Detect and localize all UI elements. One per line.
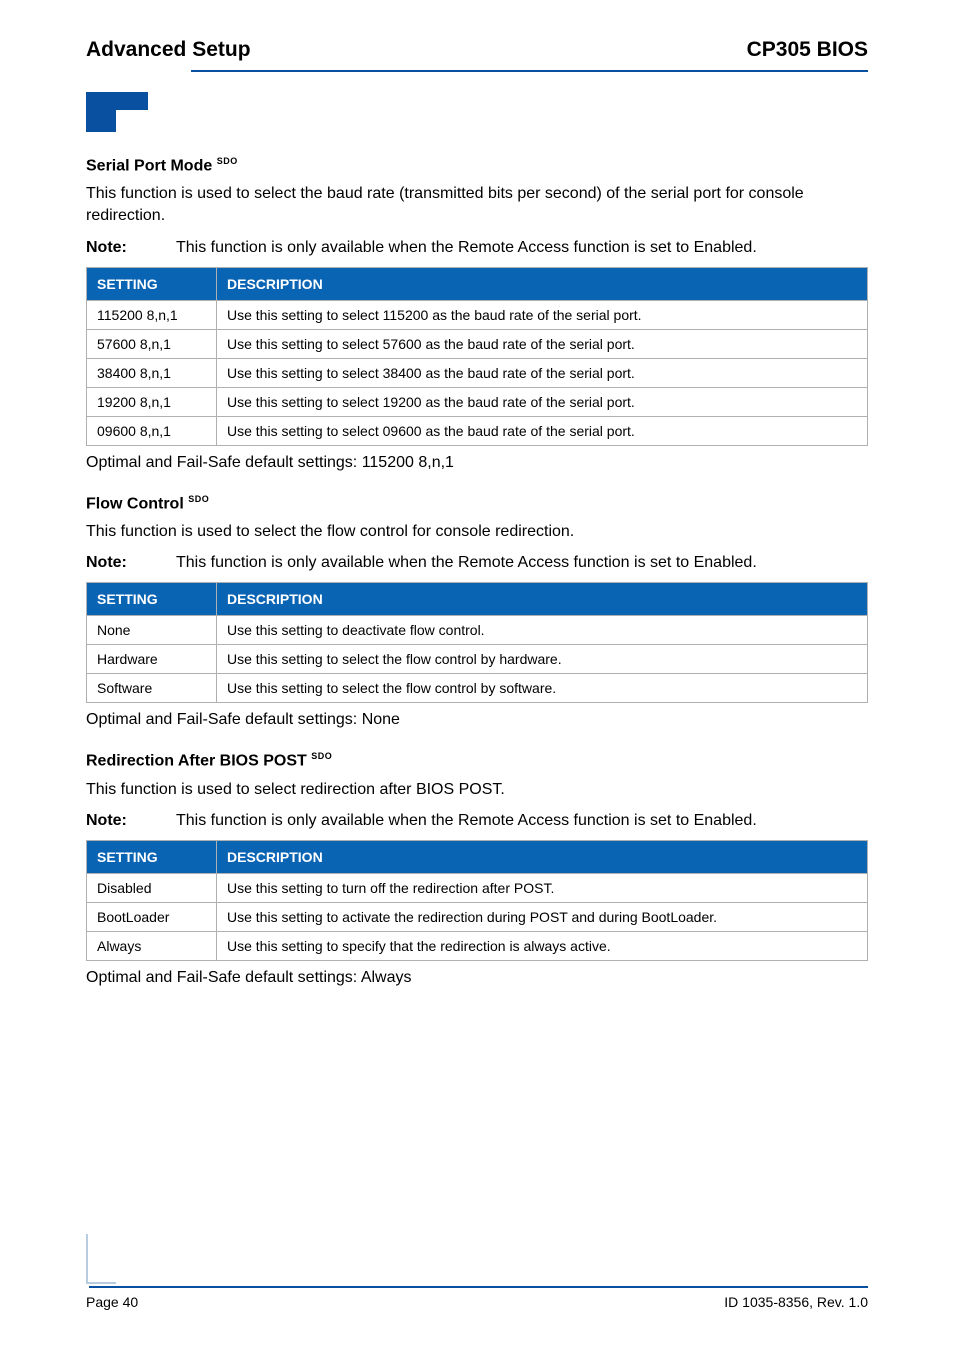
table-row: AlwaysUse this setting to specify that t… [87,932,868,961]
table-header-setting: SETTING [87,841,217,874]
table-row: HardwareUse this setting to select the f… [87,645,868,674]
default-settings-text: Optimal and Fail-Safe default settings: … [86,969,868,987]
table-cell-setting: None [87,616,217,645]
note-label: Note: [86,812,176,830]
settings-table: SETTINGDESCRIPTIONNoneUse this setting t… [86,582,868,703]
table-cell-description: Use this setting to select 38400 as the … [217,358,868,387]
table-row: 38400 8,n,1Use this setting to select 38… [87,358,868,387]
section-heading-text: Flow Control [86,495,188,512]
default-settings-text: Optimal and Fail-Safe default settings: … [86,711,868,729]
note-text: This function is only available when the… [176,239,757,257]
section-heading: Serial Port Mode SDO [86,156,868,175]
page-footer: Page 40 ID 1035-8356, Rev. 1.0 [86,1286,868,1310]
header-right-title: CP305 BIOS [747,38,868,62]
table-row: 115200 8,n,1Use this setting to select 1… [87,300,868,329]
table-cell-description: Use this setting to select 19200 as the … [217,387,868,416]
section-heading: Flow Control SDO [86,494,868,513]
table-cell-description: Use this setting to select 57600 as the … [217,329,868,358]
footer-corner-decoration [86,1234,116,1284]
section-intro: This function is used to select the baud… [86,183,868,226]
table-row: BootLoaderUse this setting to activate t… [87,903,868,932]
table-header-setting: SETTING [87,267,217,300]
table-cell-setting: Always [87,932,217,961]
table-cell-setting: Software [87,674,217,703]
note-text: This function is only available when the… [176,554,757,572]
section-heading-sup: SDO [217,156,238,166]
header-rule [191,70,868,72]
table-cell-setting: Disabled [87,874,217,903]
note-text: This function is only available when the… [176,812,757,830]
table-row: DisabledUse this setting to turn off the… [87,874,868,903]
default-settings-text: Optimal and Fail-Safe default settings: … [86,454,868,472]
note-row: Note:This function is only available whe… [86,554,868,572]
section-heading-text: Redirection After BIOS POST [86,753,311,770]
table-header-setting: SETTING [87,583,217,616]
table-cell-description: Use this setting to turn off the redirec… [217,874,868,903]
table-cell-description: Use this setting to deactivate flow cont… [217,616,868,645]
table-cell-description: Use this setting to select 09600 as the … [217,416,868,445]
section-intro: This function is used to select redirect… [86,779,868,801]
table-header-description: DESCRIPTION [217,583,868,616]
note-label: Note: [86,554,176,572]
page-header: Advanced Setup CP305 BIOS [86,38,868,62]
settings-table: SETTINGDESCRIPTION115200 8,n,1Use this s… [86,267,868,446]
note-row: Note:This function is only available whe… [86,239,868,257]
table-header-description: DESCRIPTION [217,841,868,874]
table-cell-description: Use this setting to activate the redirec… [217,903,868,932]
table-cell-setting: BootLoader [87,903,217,932]
table-cell-setting: 38400 8,n,1 [87,358,217,387]
note-row: Note:This function is only available whe… [86,812,868,830]
table-cell-description: Use this setting to select the flow cont… [217,645,868,674]
footer-page-number: Page 40 [86,1294,138,1310]
table-cell-setting: 19200 8,n,1 [87,387,217,416]
table-row: SoftwareUse this setting to select the f… [87,674,868,703]
section-heading-sup: SDO [188,494,209,504]
table-cell-setting: 115200 8,n,1 [87,300,217,329]
section-heading-text: Serial Port Mode [86,157,217,174]
footer-rule [89,1286,868,1288]
footer-doc-id: ID 1035-8356, Rev. 1.0 [724,1294,868,1310]
settings-table: SETTINGDESCRIPTIONDisabledUse this setti… [86,840,868,961]
table-header-description: DESCRIPTION [217,267,868,300]
table-cell-setting: Hardware [87,645,217,674]
section-heading: Redirection After BIOS POST SDO [86,751,868,770]
table-cell-description: Use this setting to specify that the red… [217,932,868,961]
table-row: 19200 8,n,1Use this setting to select 19… [87,387,868,416]
table-row: 57600 8,n,1Use this setting to select 57… [87,329,868,358]
section-intro: This function is used to select the flow… [86,521,868,543]
table-cell-description: Use this setting to select 115200 as the… [217,300,868,329]
table-cell-description: Use this setting to select the flow cont… [217,674,868,703]
section-heading-sup: SDO [311,751,332,761]
logo-icon [86,92,148,132]
table-row: 09600 8,n,1Use this setting to select 09… [87,416,868,445]
table-cell-setting: 09600 8,n,1 [87,416,217,445]
note-label: Note: [86,239,176,257]
header-left-title: Advanced Setup [86,38,251,62]
table-cell-setting: 57600 8,n,1 [87,329,217,358]
table-row: NoneUse this setting to deactivate flow … [87,616,868,645]
